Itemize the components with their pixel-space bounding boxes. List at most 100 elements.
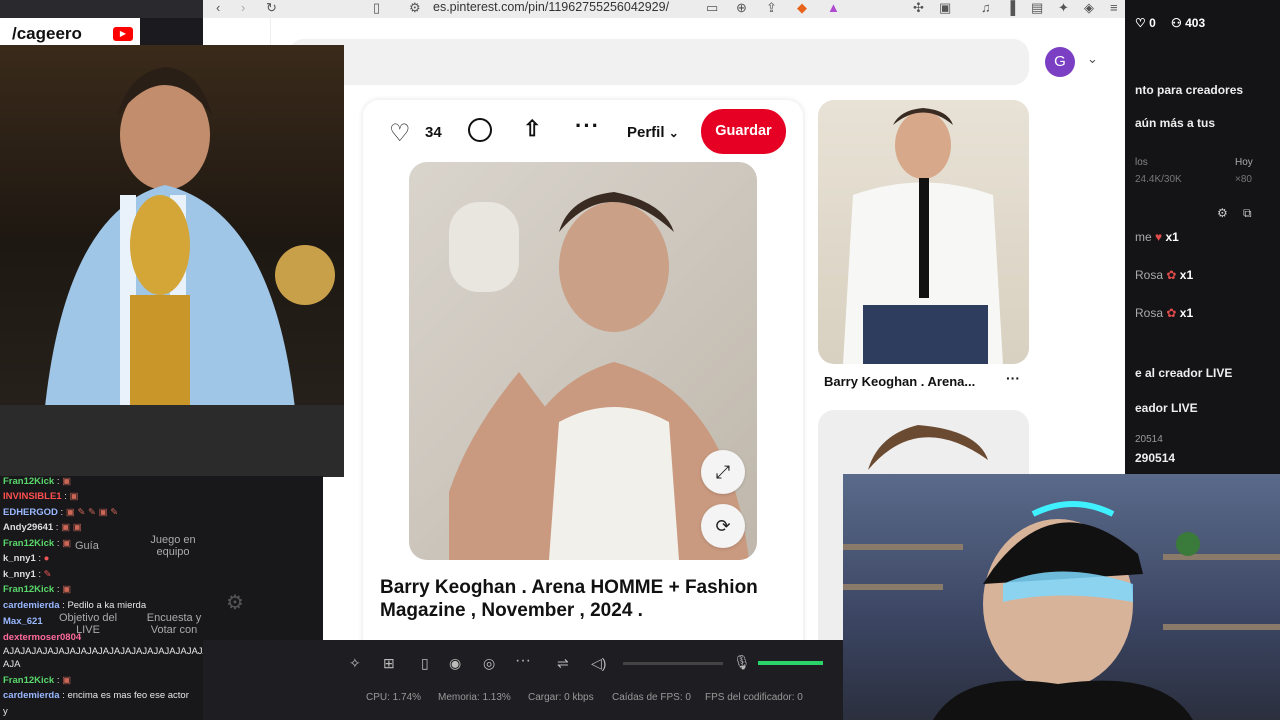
menu-icon[interactable]: ≡: [1110, 0, 1118, 15]
stat-number: 290514: [1135, 451, 1176, 465]
chat-message: cardemierda : encima es mas feo ese acto…: [3, 690, 189, 701]
chat-message: Fran12Kick : ▣: [3, 538, 72, 549]
pin-card: ♡ 34 ⇧ ··· Perfil ⌄ Guardar ⤢ ⟳ Barry Ke…: [363, 100, 803, 658]
share-icon[interactable]: ⇧: [523, 116, 541, 142]
volume-icon[interactable]: ◁): [591, 655, 606, 672]
install-icon[interactable]: ▭: [706, 0, 718, 16]
creator-tool-label[interactable]: nto para creadores: [1135, 83, 1243, 97]
layout-icon[interactable]: ⊞: [383, 655, 395, 672]
emote-icon: ▣ ▣: [61, 522, 82, 533]
chat-user: cardemierda: [3, 690, 60, 701]
ai-icon[interactable]: ✧: [349, 655, 361, 672]
chat-user: cardemierda: [3, 600, 60, 611]
search-input[interactable]: scar: [288, 39, 1029, 85]
account-avatar[interactable]: G: [1045, 47, 1075, 77]
more-options-icon[interactable]: ···: [575, 113, 600, 139]
gift-count: x1: [1179, 306, 1194, 320]
pin-image[interactable]: ⤢ ⟳: [409, 162, 757, 560]
music-icon[interactable]: ♫: [981, 0, 991, 15]
chat-message: Fran12Kick : ▣: [3, 476, 72, 487]
encoder-fps-stat: FPS del codificador: 0: [705, 692, 803, 703]
tab-icon[interactable]: ▣: [939, 0, 951, 16]
save-button[interactable]: Guardar: [701, 109, 786, 154]
profile-dropdown[interactable]: Perfil ⌄: [627, 124, 679, 141]
heart-icon[interactable]: ♡: [389, 119, 411, 148]
webcam-illustration: [843, 501, 1280, 720]
gift-icon: ♥: [1155, 230, 1163, 244]
rewards-icon[interactable]: ▲: [827, 0, 840, 15]
chat-message: k_nny1 : ●: [3, 553, 50, 564]
popout-icon[interactable]: ⧉: [1243, 206, 1252, 221]
chat-text: y: [3, 706, 8, 717]
more-icon[interactable]: ···: [515, 652, 531, 670]
mixer-icon[interactable]: ⇌: [557, 655, 569, 672]
streamer-overlay-image: [0, 45, 344, 477]
bookmark-icon[interactable]: ▯: [373, 0, 380, 16]
gear-icon[interactable]: ⚙: [226, 590, 244, 615]
pin-title: Barry Keoghan . Arena HOMME + Fashion Ma…: [380, 577, 758, 621]
fps-drop-stat: Caídas de FPS: 0: [612, 692, 691, 703]
team-game-label[interactable]: Juego en equipo: [150, 534, 196, 558]
share-icon[interactable]: ⇪: [766, 0, 777, 16]
settings-icon[interactable]: ⚙: [1217, 206, 1228, 220]
more-options-icon[interactable]: ···: [1006, 370, 1020, 386]
wallet-icon[interactable]: ▤: [1031, 0, 1043, 16]
guide-label[interactable]: Guía: [75, 540, 99, 552]
camera-icon[interactable]: ◎: [483, 655, 495, 672]
chat-text: encima es mas feo ese actor: [67, 690, 189, 701]
leo-icon[interactable]: ✦: [1058, 0, 1069, 16]
viewer-counter: ⚇ 403: [1171, 16, 1206, 30]
sidebar-icon[interactable]: ▐: [1006, 0, 1015, 15]
chat-message: y: [3, 706, 8, 717]
related-pin-image[interactable]: [818, 100, 1029, 364]
zoom-icon[interactable]: ⊕: [736, 0, 747, 16]
like-counter: ♡ 0: [1135, 16, 1156, 30]
creator-live-label[interactable]: e al creador LIVE: [1135, 366, 1232, 380]
comment-icon[interactable]: [468, 118, 492, 142]
poll-label[interactable]: Encuesta y Votar con: [144, 612, 204, 636]
channel-name: /cageero: [12, 24, 82, 43]
live-goal-label[interactable]: Objetivo del LIVE: [56, 612, 120, 636]
gift-count: x1: [1179, 268, 1194, 282]
forward-icon[interactable]: ›: [241, 0, 245, 15]
volume-slider[interactable]: [623, 662, 723, 665]
chat-message: EDHERGOD : ▣ ✎ ✎ ▣ ✎: [3, 507, 119, 518]
chat-message: Fran12Kick : ▣: [3, 584, 72, 595]
mic-icon[interactable]: 🎙︎: [733, 654, 751, 671]
visual-search-icon[interactable]: ⟳: [701, 504, 745, 548]
chat-message: AJA: [3, 659, 20, 670]
emote-icon: ▣: [62, 584, 72, 595]
reload-icon[interactable]: ↻: [266, 0, 277, 16]
emote-icon: ●: [43, 553, 50, 564]
browser-toolbar: ‹ › ↻ ▯ ⚙ es.pinterest.com/pin/119627552…: [203, 0, 1125, 18]
brave-shield-icon[interactable]: ◆: [797, 0, 807, 16]
chat-message: INVINSIBLE1 : ▣: [3, 491, 79, 502]
extensions-icon[interactable]: ✣: [913, 0, 924, 16]
back-icon[interactable]: ‹: [216, 0, 220, 15]
cpu-stat: CPU: 1.74%: [366, 692, 422, 703]
profile-label: Perfil: [627, 124, 665, 141]
phone-icon[interactable]: ▯: [421, 655, 429, 672]
chevron-down-icon: ⌄: [668, 126, 679, 140]
pin-photo-illustration: [449, 192, 749, 560]
live-panel: ♡ 0 ⚇ 403 nto para creadores aún más a t…: [1125, 0, 1280, 476]
gift-row: me ♥ x1: [1135, 230, 1179, 244]
creator-live-label-2[interactable]: eador LIVE: [1135, 401, 1198, 415]
site-info-icon[interactable]: ⚙: [409, 0, 421, 16]
vpn-icon[interactable]: ◈: [1084, 0, 1094, 16]
chat-user: k_nny1: [3, 569, 36, 580]
chat-user: EDHERGOD: [3, 507, 58, 518]
record-icon[interactable]: ◉: [449, 655, 461, 672]
emote-icon: ▣: [62, 538, 72, 549]
stat-number: 20514: [1135, 434, 1163, 445]
gift-row: Rosa ✿ x1: [1135, 268, 1193, 282]
chevron-down-icon[interactable]: ⌄: [1087, 51, 1098, 67]
stream-top-strip: [0, 0, 203, 18]
expand-icon[interactable]: ⤢: [701, 450, 745, 494]
load-stat: Cargar: 0 kbps: [528, 692, 594, 703]
url-bar[interactable]: es.pinterest.com/pin/11962755256042929/: [433, 0, 669, 14]
emote-icon: ▣ ✎ ✎ ▣ ✎: [65, 507, 119, 518]
related-pin-title[interactable]: Barry Keoghan . Arena...: [824, 374, 975, 389]
gift-name: Rosa: [1135, 268, 1164, 282]
chat-message: Max_621: [3, 616, 43, 627]
